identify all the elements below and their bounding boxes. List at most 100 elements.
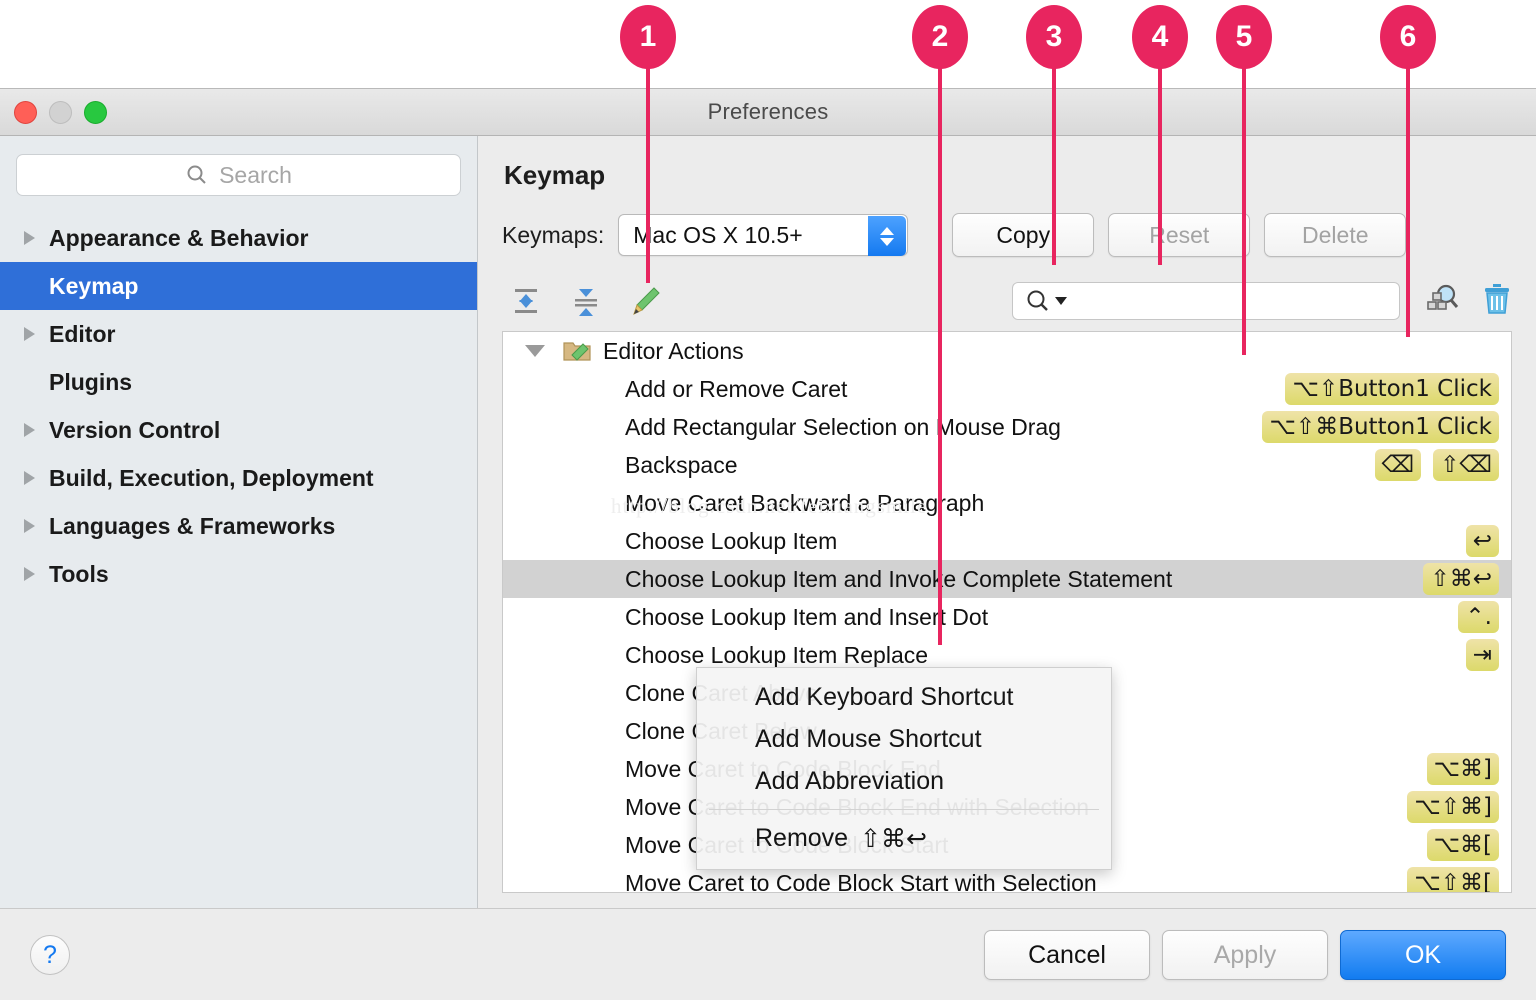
zoom-window-icon[interactable] bbox=[84, 101, 107, 124]
callout-badge-4: 4 bbox=[1132, 5, 1188, 69]
callout-number: 4 bbox=[1132, 5, 1188, 69]
tree-action-row[interactable]: Backspace ⌫ ⇧⌫ bbox=[503, 446, 1511, 484]
tree-row-shortcuts: ⌥⇧Button1 Click bbox=[1285, 370, 1499, 408]
search-filter-chevron-icon[interactable] bbox=[1055, 297, 1067, 305]
callout-number: 1 bbox=[620, 5, 676, 69]
callout-badge-3: 3 bbox=[1026, 5, 1082, 69]
minimize-window-icon[interactable] bbox=[49, 101, 72, 124]
keymaps-row: Keymaps: Mac OS X 10.5+ CopyResetDelete bbox=[502, 213, 1512, 257]
shortcut-badge[interactable]: ↩ bbox=[1466, 525, 1499, 557]
tree-toolbar bbox=[502, 279, 1512, 323]
ok-button[interactable]: OK bbox=[1340, 930, 1506, 980]
tree-row-shortcuts: ⇧⌘↩ bbox=[1423, 560, 1499, 598]
context-menu-items: Add Keyboard Shortcut Add Mouse ShortcutA… bbox=[697, 676, 1111, 802]
settings-sidebar: Search Appearance & Behavior Keymap Editor… bbox=[0, 136, 478, 954]
tree-right-icons bbox=[1426, 282, 1512, 321]
preferences-window: Preferences Search Appearance & Behavior… bbox=[0, 88, 1536, 1000]
chevron-right-icon[interactable] bbox=[24, 231, 35, 245]
context-menu-item-add-abbreviation[interactable]: Add Abbreviation bbox=[697, 760, 1111, 802]
shortcut-context-menu[interactable]: Add Keyboard Shortcut Add Mouse ShortcutA… bbox=[696, 667, 1112, 870]
search-icon bbox=[185, 163, 209, 187]
tree-action-row[interactable]: Choose Lookup Item and Invoke Complete S… bbox=[503, 560, 1511, 598]
context-menu-item-remove[interactable]: Remove ⇧⌘↩ bbox=[697, 817, 1111, 859]
callout-number: 6 bbox=[1380, 5, 1436, 69]
chevron-right-icon[interactable] bbox=[24, 519, 35, 533]
tree-row-shortcuts: ⌥⇧⌘Button1 Click bbox=[1262, 408, 1499, 446]
context-menu-item-add-keyboard-shortcut[interactable]: Add Keyboard Shortcut bbox=[697, 676, 1111, 718]
callout-badge-1: 1 bbox=[620, 5, 676, 69]
sidebar-item-label: Keymap bbox=[49, 273, 138, 300]
tree-row-label: Choose Lookup Item Replace bbox=[625, 642, 928, 669]
tree-action-row[interactable]: Add or Remove Caret⌥⇧Button1 Click bbox=[503, 370, 1511, 408]
edit-pencil-icon[interactable] bbox=[630, 285, 662, 317]
sidebar-item-editor[interactable]: Editor bbox=[0, 310, 477, 358]
tree-action-row[interactable]: Choose Lookup Item↩ bbox=[503, 522, 1511, 560]
shortcut-badge[interactable]: ⇧⌫ bbox=[1433, 449, 1499, 481]
chevron-right-icon[interactable] bbox=[24, 471, 35, 485]
shortcut-badge[interactable]: ⌃. bbox=[1458, 601, 1499, 633]
shortcut-search-input[interactable] bbox=[1012, 282, 1400, 320]
shortcut-badge[interactable]: ⌥⇧⌘Button1 Click bbox=[1262, 411, 1499, 443]
trash-icon[interactable] bbox=[1482, 282, 1512, 321]
window-title: Preferences bbox=[708, 99, 829, 125]
context-menu-item-add-mouse-shortcut[interactable]: Add Mouse Shortcut bbox=[697, 718, 1111, 760]
sidebar-item-keymap[interactable]: Keymap bbox=[0, 262, 477, 310]
chevron-right-icon[interactable] bbox=[24, 423, 35, 437]
tree-action-row[interactable]: Choose Lookup Item and Insert Dot⌃. bbox=[503, 598, 1511, 636]
sidebar-item-version-control[interactable]: Version Control bbox=[0, 406, 477, 454]
tree-action-row[interactable]: Add Rectangular Selection on Mouse Drag⌥… bbox=[503, 408, 1511, 446]
sidebar-item-languages-frameworks[interactable]: Languages & Frameworks bbox=[0, 502, 477, 550]
shortcut-badge[interactable]: ⇧⌘↩ bbox=[1423, 563, 1499, 595]
tree-row-shortcuts: ⇥ bbox=[1466, 636, 1499, 674]
chevron-updown-icon[interactable] bbox=[868, 216, 906, 256]
context-menu-item-shortcut: ⇧⌘↩ bbox=[860, 824, 927, 853]
sidebar-item-plugins[interactable]: Plugins bbox=[0, 358, 477, 406]
context-menu-item-label: Add Keyboard Shortcut bbox=[755, 683, 1014, 712]
callout-stem bbox=[1158, 65, 1162, 265]
chevron-right-icon[interactable] bbox=[24, 567, 35, 581]
button-label: Copy bbox=[996, 222, 1050, 249]
keymap-select[interactable]: Mac OS X 10.5+ bbox=[618, 214, 908, 256]
callout-stem bbox=[1052, 65, 1056, 265]
page-title: Keymap bbox=[504, 160, 1512, 191]
shortcut-badge[interactable]: ⌫ bbox=[1375, 449, 1422, 481]
context-menu-item-label: Remove bbox=[755, 824, 848, 853]
chevron-down-icon[interactable] bbox=[525, 345, 545, 357]
cancel-button[interactable]: Cancel bbox=[984, 930, 1150, 980]
tree-row-shortcuts: ⌥⌘] bbox=[1427, 750, 1499, 788]
shortcut-badge[interactable]: ⌥⇧⌘] bbox=[1407, 791, 1499, 823]
button-label: OK bbox=[1405, 941, 1441, 970]
find-actions-icon[interactable] bbox=[1426, 282, 1460, 321]
tree-row-label: Backspace bbox=[625, 452, 738, 479]
shortcut-badge[interactable]: ⌥⇧⌘[ bbox=[1407, 867, 1499, 893]
callout-stem bbox=[646, 65, 650, 283]
copy-button[interactable]: Copy bbox=[952, 213, 1094, 257]
sidebar-search-box[interactable]: Search bbox=[16, 154, 461, 196]
sidebar-item-tools[interactable]: Tools bbox=[0, 550, 477, 598]
chevron-right-icon[interactable] bbox=[24, 327, 35, 341]
expand-all-icon[interactable] bbox=[510, 285, 542, 317]
shortcut-badge[interactable]: ⌥⌘] bbox=[1427, 753, 1499, 785]
apply-button: Apply bbox=[1162, 930, 1328, 980]
dialog-footer: ? Cancel Apply OK bbox=[0, 908, 1536, 1000]
help-button[interactable]: ? bbox=[30, 935, 70, 975]
sidebar-item-build-execution-deployment[interactable]: Build, Execution, Deployment bbox=[0, 454, 477, 502]
sidebar-item-label: Plugins bbox=[49, 369, 132, 396]
screenshot-root: 123456 Preferences Search Appe bbox=[0, 0, 1536, 1000]
help-icon: ? bbox=[43, 941, 57, 970]
button-label: Cancel bbox=[1028, 941, 1106, 970]
close-window-icon[interactable] bbox=[14, 101, 37, 124]
callout-badge-5: 5 bbox=[1216, 5, 1272, 69]
button-label: Delete bbox=[1302, 222, 1368, 249]
collapse-all-icon[interactable] bbox=[570, 285, 602, 317]
window-titlebar: Preferences bbox=[0, 89, 1536, 136]
shortcut-badge[interactable]: ⇥ bbox=[1466, 639, 1499, 671]
tree-row-shortcuts: ⌃. bbox=[1458, 598, 1499, 636]
sidebar-item-appearance-behavior[interactable]: Appearance & Behavior bbox=[0, 214, 477, 262]
keymap-select-value: Mac OS X 10.5+ bbox=[633, 222, 802, 249]
footer-buttons: Cancel Apply OK bbox=[984, 930, 1506, 980]
tree-group-row[interactable]: Editor Actions bbox=[503, 332, 1511, 370]
shortcut-badge[interactable]: ⌥⇧Button1 Click bbox=[1285, 373, 1499, 405]
tree-row-shortcuts: ⌥⇧⌘] bbox=[1407, 788, 1499, 826]
shortcut-badge[interactable]: ⌥⌘[ bbox=[1427, 829, 1499, 861]
